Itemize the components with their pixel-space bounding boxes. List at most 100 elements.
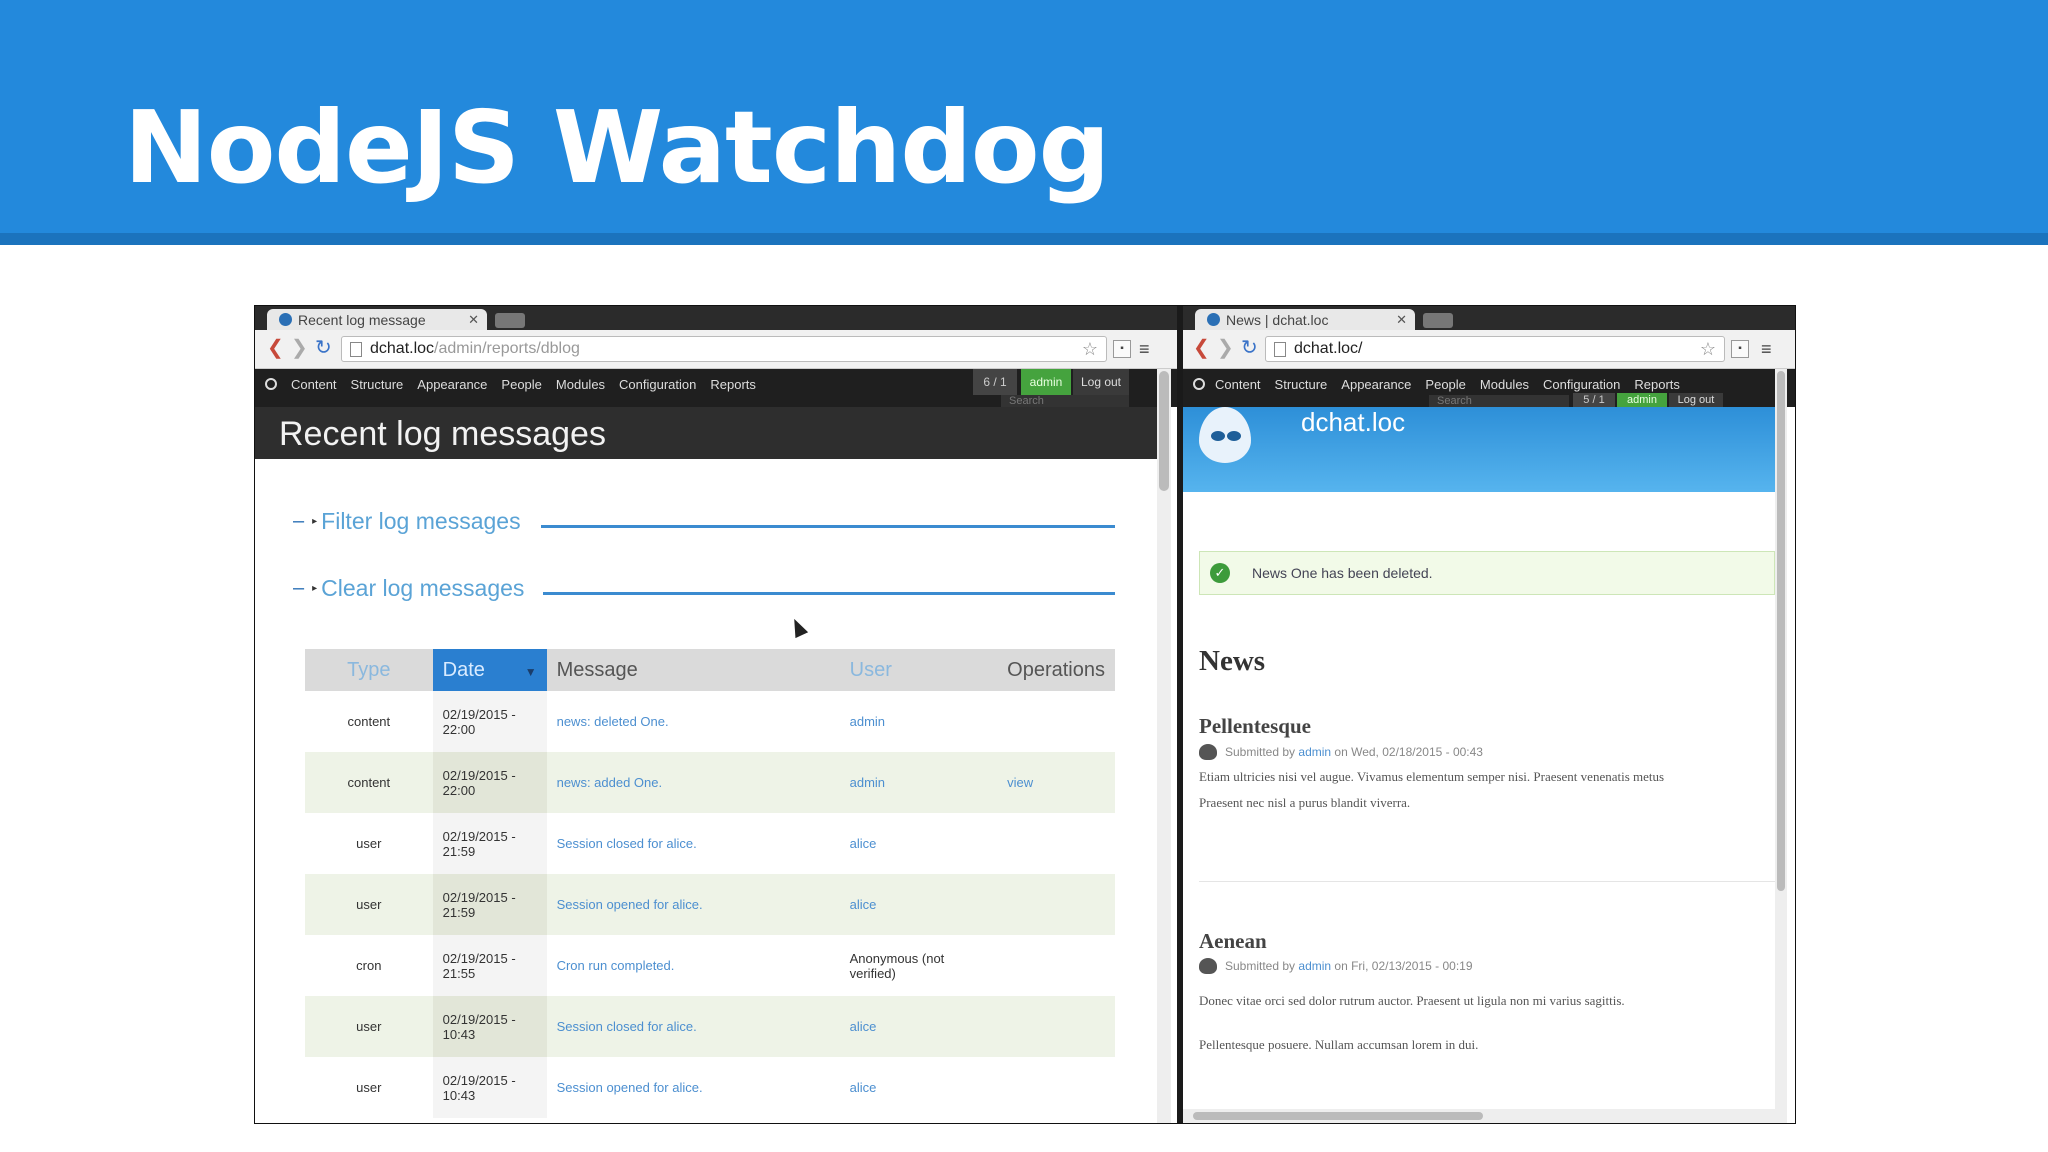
address-bar[interactable]: dchat.loc/ ☆ xyxy=(1265,336,1725,362)
node-title-link[interactable]: Aenean xyxy=(1199,929,1267,954)
column-header-user[interactable]: User xyxy=(839,649,998,691)
author-link[interactable]: admin xyxy=(1298,745,1331,759)
admin-toolbar: Content Structure Appearance People Modu… xyxy=(255,369,1177,407)
tab-strip: Recent log message ✕ xyxy=(255,306,1177,330)
filter-legend-label: Filter log messages xyxy=(321,508,521,534)
admin-menu-modules[interactable]: Modules xyxy=(1480,377,1529,392)
site-name-link[interactable]: dchat.loc xyxy=(1301,407,1405,438)
log-message-link[interactable]: Session closed for alice. xyxy=(547,813,840,874)
submitted-prefix: Submitted by xyxy=(1225,959,1296,973)
log-user-link[interactable]: alice xyxy=(839,996,998,1057)
back-icon[interactable]: ❮ xyxy=(267,338,284,358)
log-message-link[interactable]: news: deleted One. xyxy=(547,691,840,752)
logo-eye-left xyxy=(1211,431,1225,441)
sort-descending-icon: ▼ xyxy=(524,664,537,679)
admin-menu-people[interactable]: People xyxy=(1425,377,1465,392)
log-message-link[interactable]: Cron run completed. xyxy=(547,935,840,996)
browser-screenshot: Recent log message ✕ ❮ ❯ ↻ dchat.loc /ad… xyxy=(254,305,1796,1124)
vertical-scrollbar[interactable] xyxy=(1157,369,1171,1123)
log-operations-link[interactable]: view xyxy=(997,752,1115,813)
filter-log-messages-toggle[interactable]: – ▸ Filter log messages xyxy=(293,508,521,535)
author-link[interactable]: admin xyxy=(1298,959,1331,973)
log-operations-link xyxy=(997,996,1115,1057)
admin-menu-content[interactable]: Content xyxy=(1215,377,1261,392)
scrollbar-thumb[interactable] xyxy=(1193,1112,1483,1120)
tab-news-dchat[interactable]: News | dchat.loc ✕ xyxy=(1195,309,1415,330)
admin-menu-structure[interactable]: Structure xyxy=(1275,377,1328,392)
log-message-link[interactable]: Session opened for alice. xyxy=(546,874,840,935)
forward-icon[interactable]: ❯ xyxy=(1217,338,1234,358)
reload-icon[interactable]: ↻ xyxy=(1241,338,1258,358)
admin-menu-appearance[interactable]: Appearance xyxy=(417,377,487,392)
log-date-cell: 02/19/2015 - 22:00 xyxy=(432,691,547,752)
close-tab-icon[interactable]: ✕ xyxy=(468,312,479,328)
admin-menu-configuration[interactable]: Configuration xyxy=(619,377,696,392)
log-operations-link xyxy=(997,691,1115,752)
admin-menu-reports[interactable]: Reports xyxy=(710,377,756,392)
user-account-link[interactable]: admin xyxy=(1021,369,1071,395)
back-icon[interactable]: ❮ xyxy=(1193,338,1210,358)
horizontal-scrollbar[interactable] xyxy=(1183,1109,1775,1123)
extension-icon[interactable]: ▪ xyxy=(1113,340,1131,358)
menu-icon[interactable]: ≡ xyxy=(1761,339,1772,360)
scrollbar-thumb[interactable] xyxy=(1777,371,1785,891)
node-body-line: Donec vitae orci sed dolor rutrum auctor… xyxy=(1199,993,1625,1008)
new-tab-button[interactable] xyxy=(495,313,525,328)
admin-menu-reports[interactable]: Reports xyxy=(1634,377,1680,392)
logout-link[interactable]: Log out xyxy=(1073,369,1129,395)
admin-menu-appearance[interactable]: Appearance xyxy=(1341,377,1411,392)
user-account-link[interactable]: admin xyxy=(1617,393,1667,407)
home-icon[interactable] xyxy=(1193,378,1205,390)
node-title-link[interactable]: Pellentesque xyxy=(1199,714,1311,739)
log-user-link[interactable]: alice xyxy=(839,874,998,935)
vertical-scrollbar[interactable] xyxy=(1775,369,1787,1123)
log-message-link[interactable]: Session opened for alice. xyxy=(547,1057,840,1118)
admin-search-input[interactable]: Search xyxy=(1429,395,1569,407)
shortcut-count[interactable]: 6 / 1 xyxy=(973,369,1017,395)
log-type-cell: content xyxy=(347,714,391,729)
log-type-cell: user xyxy=(356,1080,382,1095)
log-message-link[interactable]: Session closed for alice. xyxy=(546,996,840,1057)
table-row: cron 02/19/2015 - 21:55 Cron run completed… xyxy=(305,935,1115,996)
bookmark-star-icon[interactable]: ☆ xyxy=(1082,339,1098,360)
column-header-type[interactable]: Type xyxy=(305,649,433,691)
address-bar[interactable]: dchat.loc /admin/reports/dblog ☆ xyxy=(341,336,1107,362)
log-user-link[interactable]: alice xyxy=(840,1057,998,1118)
close-tab-icon[interactable]: ✕ xyxy=(1396,312,1407,328)
drupal-favicon-icon xyxy=(279,313,292,326)
shortcut-count[interactable]: 5 / 1 xyxy=(1573,393,1615,407)
table-row: content 02/19/2015 - 22:00 news: added One… xyxy=(305,752,1115,813)
menu-icon[interactable]: ≡ xyxy=(1139,339,1150,360)
browser-window-left: Recent log message ✕ ❮ ❯ ↻ dchat.loc /ad… xyxy=(255,306,1177,1123)
submitted-date: on Wed, 02/18/2015 - 00:43 xyxy=(1334,745,1483,759)
extension-icon[interactable]: ▪ xyxy=(1731,340,1749,358)
browser-toolbar: ❮ ❯ ↻ dchat.loc /admin/reports/dblog ☆ ▪… xyxy=(255,330,1177,369)
logout-link[interactable]: Log out xyxy=(1669,393,1723,407)
new-tab-button[interactable] xyxy=(1423,313,1453,328)
bookmark-star-icon[interactable]: ☆ xyxy=(1700,339,1716,360)
column-header-message: Message xyxy=(546,649,840,691)
log-user-link[interactable]: alice xyxy=(840,813,998,874)
log-user-link[interactable]: admin xyxy=(839,752,998,813)
log-operations-link xyxy=(997,935,1115,996)
clear-log-messages-toggle[interactable]: – ▸ Clear log messages xyxy=(293,575,524,602)
tab-recent-log-messages[interactable]: Recent log message ✕ xyxy=(267,309,487,330)
browser-toolbar: ❮ ❯ ↻ dchat.loc/ ☆ ▪ ≡ xyxy=(1183,330,1795,369)
log-type-cell: cron xyxy=(356,958,382,973)
admin-menu-content[interactable]: Content xyxy=(291,377,337,392)
admin-menu-people[interactable]: People xyxy=(501,377,541,392)
table-row: content 02/19/2015 - 22:00 news: deleted O… xyxy=(305,691,1115,752)
admin-search-input[interactable]: Search xyxy=(1001,395,1129,407)
drupal-logo-icon[interactable] xyxy=(1199,407,1251,463)
forward-icon[interactable]: ❯ xyxy=(291,338,308,358)
scrollbar-thumb[interactable] xyxy=(1159,371,1169,491)
log-user-link[interactable]: admin xyxy=(840,691,998,752)
column-header-date[interactable]: Date ▼ xyxy=(432,649,547,691)
admin-menu-structure[interactable]: Structure xyxy=(351,377,404,392)
home-icon[interactable] xyxy=(265,378,277,390)
log-message-link[interactable]: news: added One. xyxy=(546,752,840,813)
admin-menu-modules[interactable]: Modules xyxy=(556,377,605,392)
status-message: ✓ News One has been deleted. xyxy=(1199,551,1775,595)
admin-menu-configuration[interactable]: Configuration xyxy=(1543,377,1620,392)
reload-icon[interactable]: ↻ xyxy=(315,338,332,358)
